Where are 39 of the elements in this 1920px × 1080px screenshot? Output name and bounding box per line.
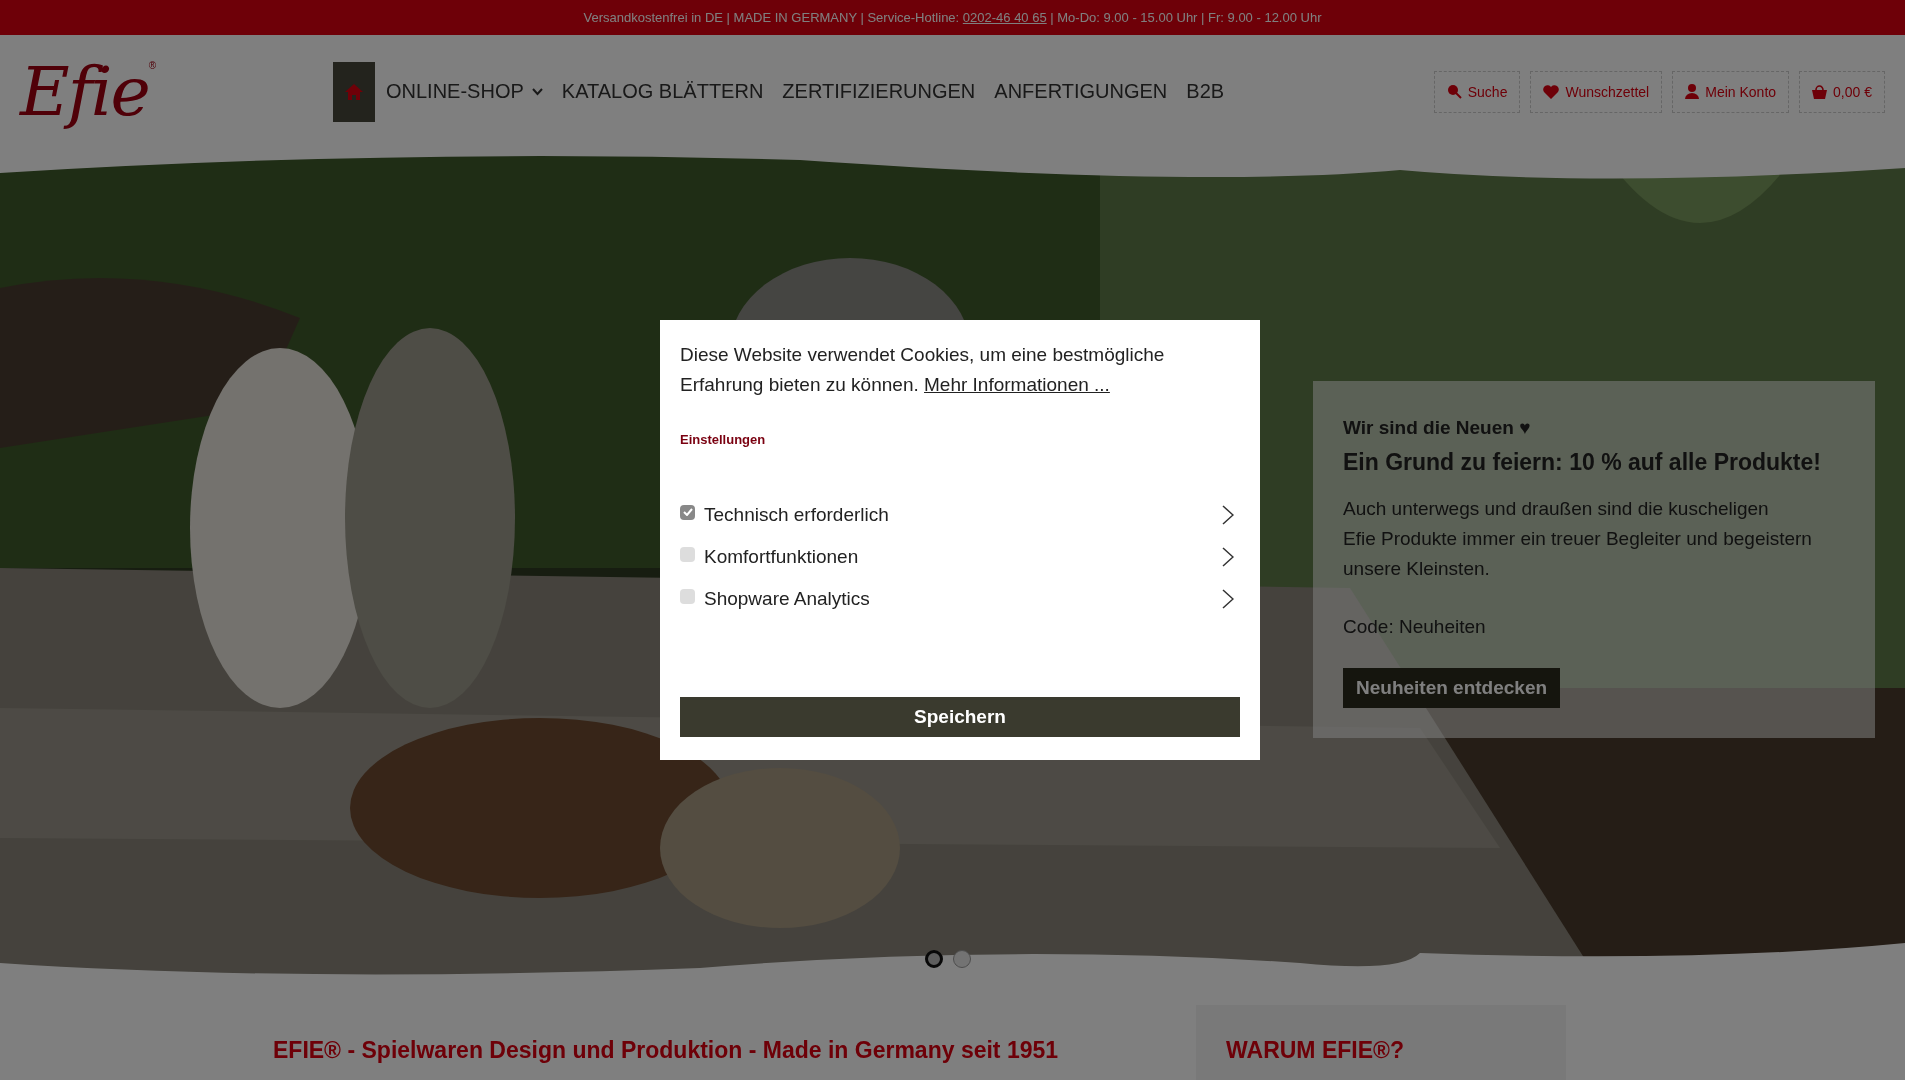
cookie-text: Diese Website verwendet Cookies, um eine bestmögliche Erfahrung bieten zu können. Mehr Informationen ... xyxy=(680,343,1166,397)
chevron-right-icon[interactable] xyxy=(1222,589,1234,609)
search-icon xyxy=(1446,84,1462,99)
nav-link[interactable]: KATALOG BLÄTTERN xyxy=(561,80,764,103)
header-action-button[interactable]: 0,00 € xyxy=(1799,70,1885,113)
option-label: Shopware Analytics xyxy=(704,588,871,610)
option-label: Komfortfunktionen xyxy=(704,546,860,568)
discover-button[interactable]: Neuheiten entdecken xyxy=(1343,668,1561,708)
home-icon xyxy=(345,83,363,100)
settings-label: Einstellungen xyxy=(680,432,767,447)
section-heading: EFIE® - Spielwaren Design und Produktion - Made in Germany seit 1951 xyxy=(273,1036,1059,1065)
user-icon xyxy=(1685,84,1700,99)
hotline-link[interactable]: 0202-46 40 65 xyxy=(962,10,1047,25)
save-button[interactable]: Speichern xyxy=(680,697,1240,737)
option-label: Technisch erforderlich xyxy=(704,504,890,526)
chevron-right-icon[interactable] xyxy=(1222,547,1234,567)
heart-icon xyxy=(1543,84,1560,99)
checkbox[interactable] xyxy=(680,588,695,604)
nav-link[interactable]: ANFERTIGUNGEN xyxy=(994,80,1168,103)
basket-icon xyxy=(1812,84,1828,99)
header-action-button[interactable]: Suche xyxy=(1433,70,1521,113)
logo[interactable]: Efie xyxy=(20,52,149,131)
registered-mark: ® xyxy=(148,60,157,71)
chevron-right-icon[interactable] xyxy=(1222,505,1234,525)
promo-text: Auch unterwegs und draußen sind die kuscheligen Efie Produkte immer ein treuer Begleiter und begeistern unsere Kleinsten. xyxy=(1343,497,1813,581)
nav-link[interactable]: ONLINE-SHOP xyxy=(386,80,543,103)
promo-code: Code: Neuheiten xyxy=(1343,616,1487,638)
header-action-button[interactable]: Wunschzettel xyxy=(1530,70,1663,113)
checkbox[interactable] xyxy=(680,504,695,520)
aside-heading: WARUM EFIE®? xyxy=(1226,1036,1405,1064)
more-info-link[interactable]: Mehr Informationen ... xyxy=(924,374,1110,395)
promo-title: Ein Grund zu feiern: 10 % auf alle Produkte! xyxy=(1343,449,1822,476)
header-action-button[interactable]: Mein Konto xyxy=(1672,70,1790,113)
opening-hours: | Mo-Do: 9.00 - 15.00 Uhr | Fr: 9.00 - 12.00 Uhr xyxy=(1049,10,1322,25)
checkbox[interactable] xyxy=(680,546,695,562)
shipping-info: Versandkostenfrei in DE | MADE IN GERMANY | Service-Hotline: xyxy=(583,10,961,25)
nav-link[interactable]: ZERTIFIZIERUNGEN xyxy=(782,80,976,103)
promo-kicker: Wir sind die Neuen ♥ xyxy=(1343,417,1532,439)
nav-link[interactable]: B2B xyxy=(1186,80,1225,103)
